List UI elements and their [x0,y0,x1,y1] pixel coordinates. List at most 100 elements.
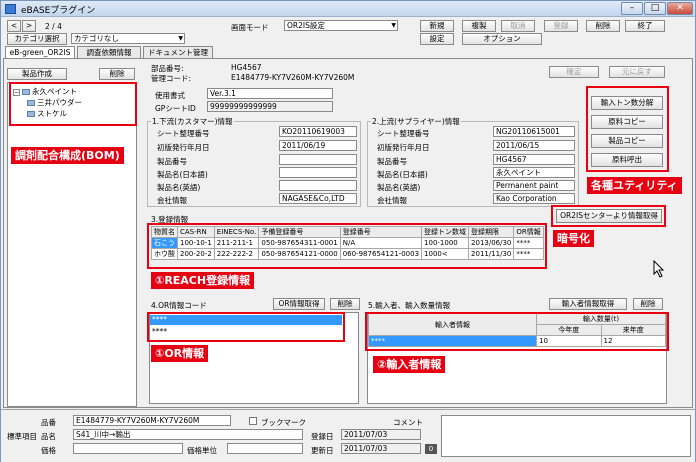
gp-sheet-label: GPシートID [155,104,196,113]
format-field[interactable]: Ver.3.1 [207,88,333,99]
tab-survey-request[interactable]: 調査依頼情報 [77,46,141,58]
item-name-field[interactable]: S41_川中→輸出 [73,429,303,440]
comment-label: コメント [393,418,423,427]
status-part-field[interactable]: E1484779-KY7V260M-KY7V260M [73,415,231,426]
ds-first-date-field[interactable]: 2011/06/19 [279,140,357,151]
or-annotation: ①OR情報 [151,345,209,362]
bookmark-checkbox[interactable] [249,417,257,425]
restore-button[interactable]: 元に戻す [609,66,665,78]
bookmark-label: ブックマーク [261,418,306,427]
or-info-title: 4.OR情報コード [151,301,207,310]
ds-product-name-en-field[interactable] [279,180,357,191]
or-highlight [147,312,345,342]
us-first-date-label: 初版発行年月日 [377,143,430,152]
us-sheet-no-field[interactable]: NG20110615001 [493,126,575,137]
category-value: カテゴリなし [74,34,119,43]
downstream-title: 1.下流(カスタマー)情報 [151,116,234,127]
exit-button[interactable]: 終了 [625,20,665,32]
bom-highlight [9,82,137,126]
format-label: 使用書式 [155,91,185,100]
ds-sheet-no-label: シート整理番号 [157,129,210,138]
bom-annotation: 調剤配合構成(BOM) [11,147,124,164]
register-button[interactable]: 登録 [544,20,578,32]
importer-fetch-button[interactable]: 輸入者情報取得 [549,298,627,310]
utilities-highlight [586,86,669,172]
duplicate-button[interactable]: 複製 [462,20,496,32]
page-indicator: 2 / 4 [45,22,62,31]
create-product-button[interactable]: 製品作成 [7,68,67,80]
close-button[interactable]: ✕ [667,2,693,15]
us-company-label: 会社情報 [377,196,407,205]
category-dropdown[interactable]: カテゴリなし ▼ [71,33,185,44]
std-item-label: 標準項目 [7,432,37,441]
us-product-no-field[interactable]: HG4567 [493,154,575,165]
us-product-name-jp-field[interactable]: 永久ペイント [493,167,575,178]
us-product-name-en-field[interactable]: Permanent paint [493,180,575,191]
comment-field[interactable] [441,415,691,457]
upd-date-field: 2011/07/03 [341,443,421,454]
ds-first-date-label: 初版発行年月日 [157,143,210,152]
reach-annotation: ①REACH登録情報 [151,272,255,289]
window-title: eBASEプラグイン [21,6,96,16]
upd-date-label: 更新日 [311,446,334,455]
price-label: 価格 [41,446,56,455]
us-sheet-no-label: シート整理番号 [377,129,430,138]
title-bar: eBASEプラグイン – □ ✕ [1,1,695,17]
category-select-button[interactable]: カテゴリ選択 [7,33,67,45]
item-name-label: 品名 [41,432,56,441]
us-product-name-en-label: 製品名(英語) [377,183,421,192]
or-delete-button[interactable]: 削除 [330,298,360,310]
settings-button[interactable]: 設定 [420,33,454,45]
bom-tree-panel [7,82,137,407]
chevron-down-icon: ▼ [178,35,183,42]
screen-mode-label: 画面モード [231,23,269,32]
mgmt-code-value: E1484779-KY7V260M-KY7V260M [231,73,355,82]
upstream-title: 2.上流(サプライヤー)情報 [371,116,461,127]
status-part-label: 品番 [41,418,56,427]
reg-date-field: 2011/07/03 [341,429,421,440]
gp-sheet-field: 99999999999999 [207,101,333,112]
importer-delete-button[interactable]: 削除 [633,298,663,310]
us-first-date-field[interactable]: 2011/06/15 [493,140,575,151]
price-field[interactable] [73,443,183,454]
cancel-button[interactable]: 取消 [501,20,535,32]
app-icon [5,4,16,14]
us-product-no-label: 製品番号 [377,157,407,166]
tab-document-management[interactable]: ドキュメント管理 [143,46,213,58]
price-unit-field[interactable] [227,443,303,454]
next-page-button[interactable]: > [22,20,36,32]
price-unit-label: 価格単位 [187,446,217,455]
options-button[interactable]: オプション [462,33,542,45]
left-delete-button[interactable]: 削除 [99,68,135,80]
delete-button[interactable]: 削除 [586,20,620,32]
confirm-button[interactable]: 確定 [549,66,599,78]
or-fetch-button[interactable]: OR情報取得 [273,298,325,310]
ds-product-name-en-label: 製品名(英語) [157,183,201,192]
prev-page-button[interactable]: < [7,20,21,32]
new-button[interactable]: 新規 [420,20,454,32]
reg-date-label: 登録日 [311,432,334,441]
ds-company-label: 会社情報 [157,196,187,205]
importer-annotation: ②輸入者情報 [373,356,446,373]
encrypt-highlight [551,205,666,227]
mouse-cursor-icon [653,260,665,278]
minimize-button[interactable]: – [621,2,643,15]
screen-mode-value: OR2IS設定 [287,21,325,30]
us-company-field[interactable]: Kao Corporation [493,193,575,204]
ds-company-field[interactable]: NAGASE&Co,LTD [279,193,357,204]
ds-product-name-jp-field[interactable] [279,167,357,178]
counter-badge: 0 [425,444,437,454]
ds-sheet-no-field[interactable]: KO20110619003 [279,126,357,137]
screen-mode-dropdown[interactable]: OR2IS設定 ▼ [284,20,398,31]
app-window: eBASEプラグイン – □ ✕ < > 2 / 4 カテゴリ選択 カテゴリなし… [0,0,696,462]
importer-title: 5.輸入者、輸入数量情報 [368,301,451,310]
importer-highlight [365,312,669,351]
reach-highlight [147,223,547,269]
maximize-button[interactable]: □ [644,2,666,15]
ds-product-no-label: 製品番号 [157,157,187,166]
ds-product-name-jp-label: 製品名(日本語) [157,170,208,179]
us-product-name-jp-label: 製品名(日本語) [377,170,428,179]
chevron-down-icon: ▼ [391,22,396,29]
ds-product-no-field[interactable] [279,154,357,165]
part-no-value: HG4567 [231,63,262,72]
